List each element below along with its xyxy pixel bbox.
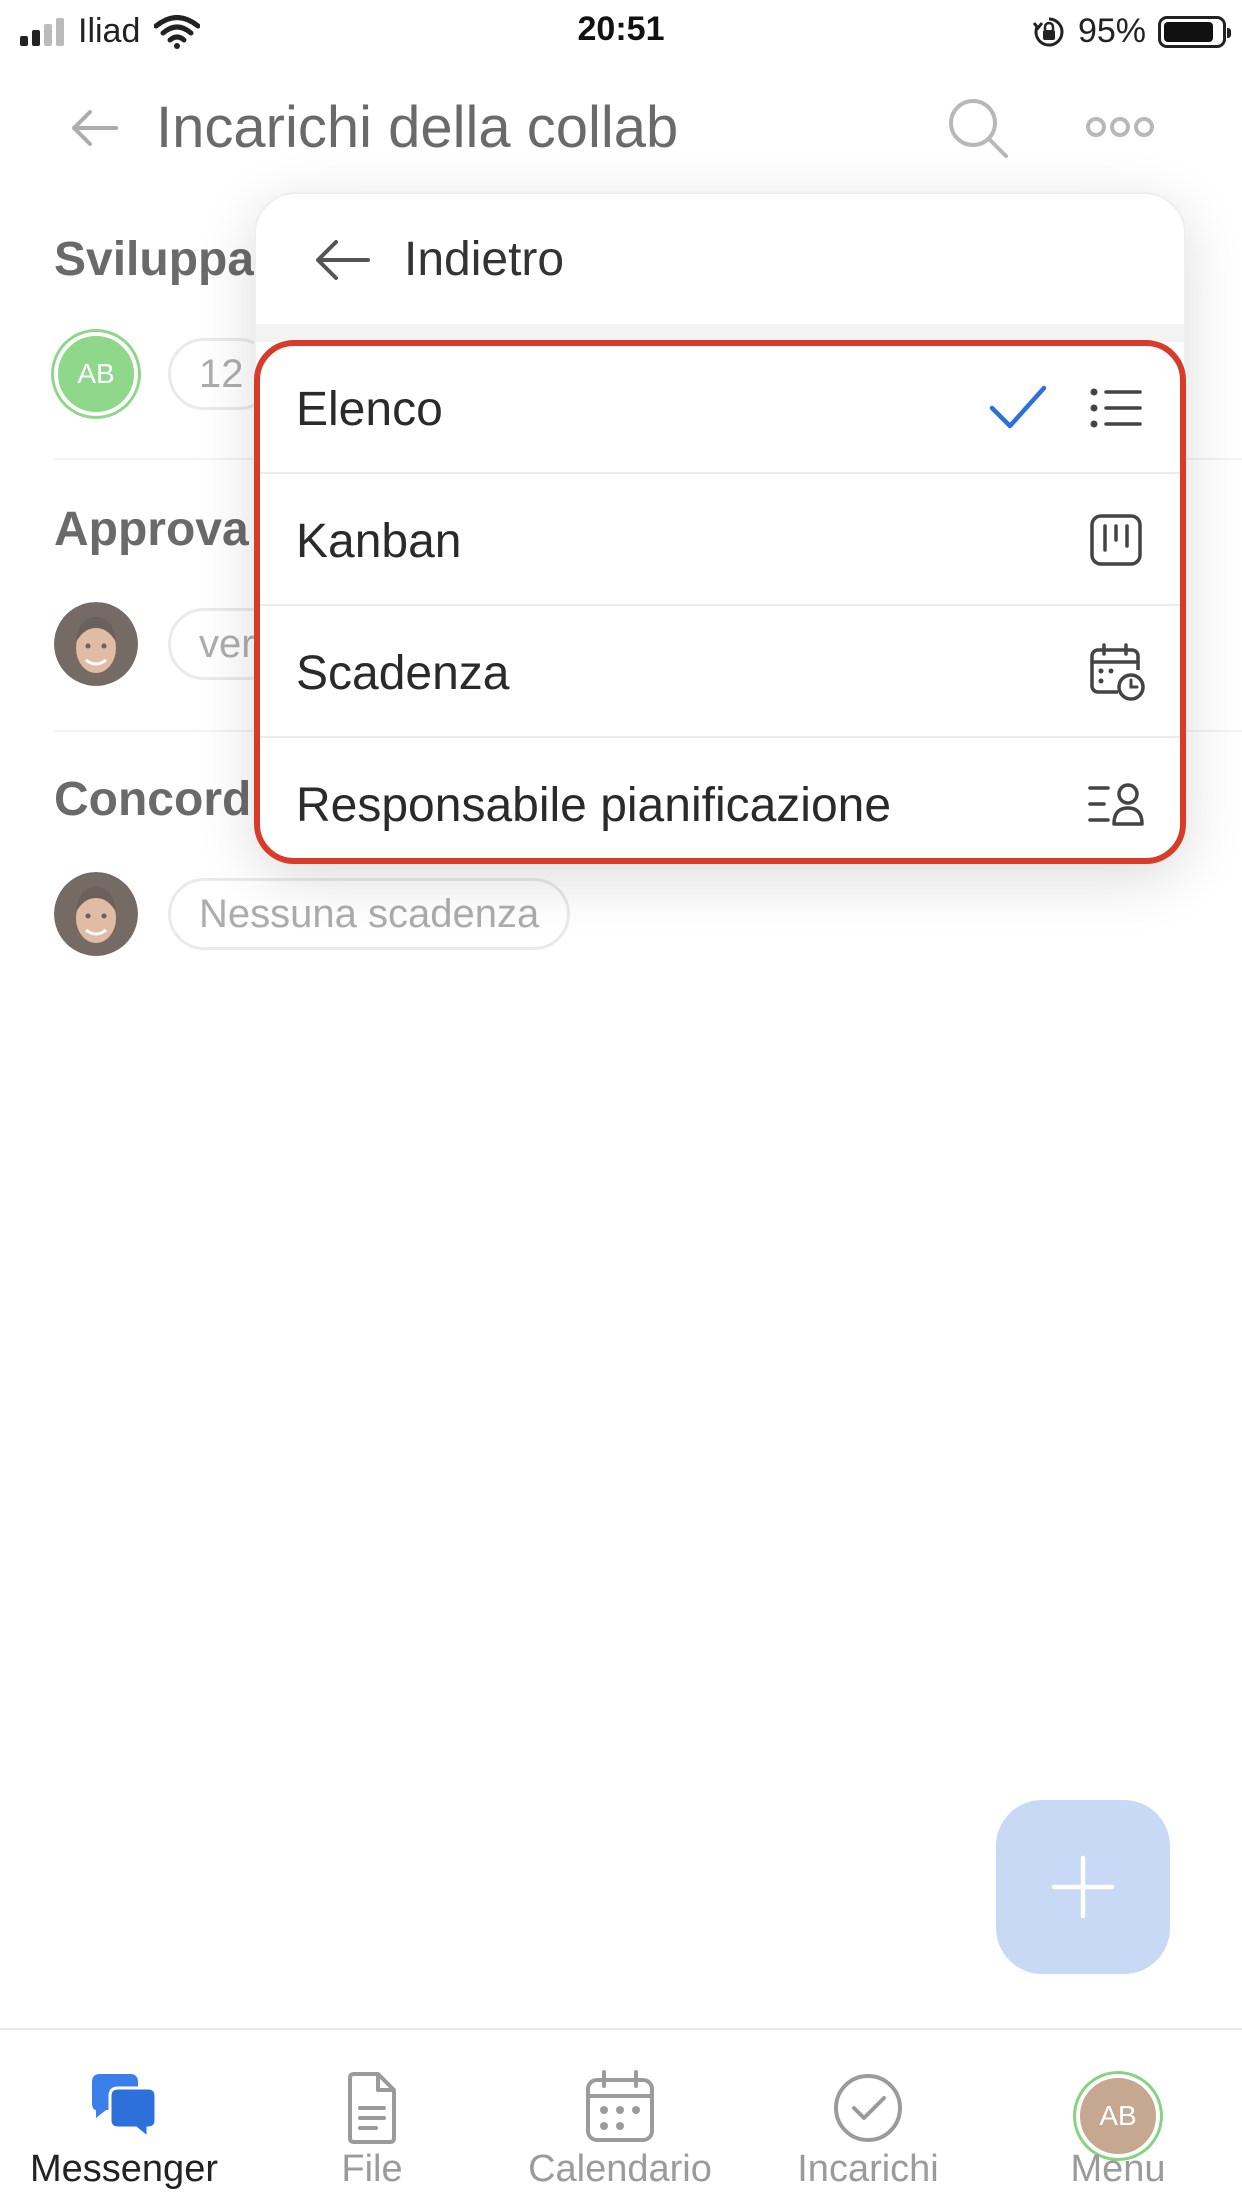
nav-label: Incarichi	[797, 2148, 939, 2190]
option-label: Kanban	[296, 515, 462, 568]
rotation-lock-icon	[1032, 17, 1064, 46]
status-bar: Iliad 20:51 95%	[0, 0, 1242, 62]
option-label: Elenco	[296, 383, 443, 436]
view-option-kanban[interactable]: Kanban	[256, 474, 1184, 606]
nav-menu[interactable]: AB Menu	[994, 2030, 1242, 2208]
status-right: 95%	[1032, 12, 1231, 51]
arrow-left-icon	[316, 240, 370, 280]
nav-incarichi[interactable]: Incarichi	[744, 2030, 992, 2208]
calendar-clock-icon	[1090, 643, 1145, 701]
nav-file[interactable]: File	[248, 2030, 496, 2208]
view-menu: Indietro Elenco Kanban Scadenza Responsa…	[254, 192, 1186, 864]
view-option-scadenza[interactable]: Scadenza	[256, 606, 1184, 738]
nav-calendario[interactable]: Calendario	[496, 2030, 744, 2208]
view-option-elenco[interactable]: Elenco	[256, 342, 1184, 474]
menu-separator	[256, 324, 1184, 342]
file-icon	[348, 2072, 396, 2144]
bottom-nav: Messenger File Calendario Incarichi AB M…	[0, 2028, 1242, 2208]
kanban-icon	[1090, 514, 1142, 566]
battery-percent: 95%	[1077, 12, 1146, 50]
nav-label: Calendario	[528, 2148, 712, 2190]
calendar-icon	[586, 2070, 654, 2142]
option-label: Responsabile pianificazione	[296, 779, 892, 832]
checkmark-icon	[989, 385, 1047, 429]
check-circle-icon	[834, 2074, 902, 2142]
avatar: AB	[1076, 2074, 1160, 2158]
nav-label: Messenger	[30, 2148, 218, 2190]
add-task-button[interactable]	[996, 1800, 1170, 1974]
view-option-responsabile[interactable]: Responsabile pianificazione	[256, 738, 1184, 870]
assignee-list-icon	[1088, 783, 1144, 826]
menu-back-button[interactable]: Indietro	[256, 194, 1184, 324]
nav-label: Menu	[1070, 2148, 1166, 2190]
menu-back-label: Indietro	[404, 233, 565, 286]
plus-icon	[1051, 1855, 1115, 1919]
option-label: Scadenza	[296, 647, 510, 700]
nav-label: File	[341, 2148, 403, 2190]
nav-messenger[interactable]: Messenger	[0, 2030, 248, 2208]
view-options: Elenco Kanban Scadenza Responsabile pian…	[256, 342, 1184, 870]
chat-bubbles-icon	[92, 2074, 158, 2142]
list-icon	[1090, 388, 1142, 428]
battery-icon	[1158, 15, 1231, 48]
